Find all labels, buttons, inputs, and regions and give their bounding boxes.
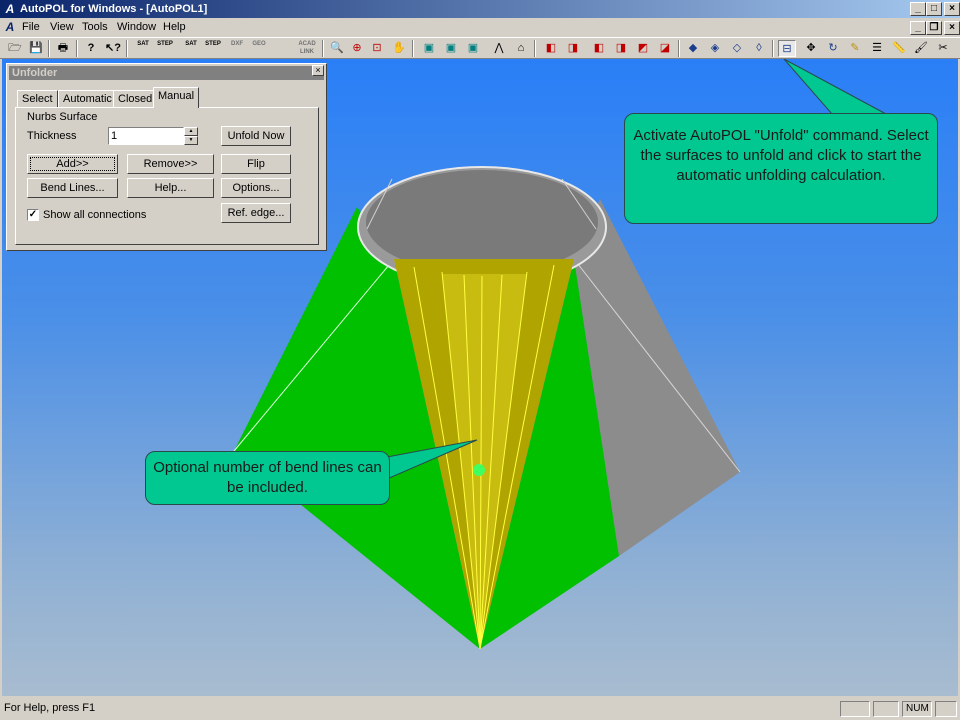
view-right-icon[interactable]: ◨ — [612, 40, 630, 57]
context-help-icon[interactable]: ↖? — [104, 40, 122, 57]
spin-up-icon[interactable]: ▲ — [184, 127, 198, 136]
move-icon[interactable]: ✥ — [802, 40, 820, 57]
minimize-button[interactable]: _ — [910, 2, 926, 16]
add-button[interactable]: Add>> — [27, 154, 118, 174]
view-front-icon[interactable]: ◧ — [542, 40, 560, 57]
remove-button[interactable]: Remove>> — [127, 154, 214, 174]
toolbar-separator — [126, 40, 128, 57]
view-bottom-icon[interactable]: ◪ — [656, 40, 674, 57]
export-step-icon[interactable]: STEP — [204, 40, 222, 57]
tab-select[interactable]: Select — [17, 90, 58, 107]
render-wire-icon[interactable]: ◇ — [728, 40, 746, 57]
group-label: Nurbs Surface — [27, 111, 98, 123]
toolbar-separator — [48, 40, 50, 57]
save-icon[interactable]: 💾 — [27, 40, 45, 57]
view-iso3-icon[interactable]: ▣ — [464, 40, 482, 57]
tab-manual[interactable]: Manual — [153, 87, 200, 108]
ruler-icon[interactable]: 📏 — [890, 40, 908, 57]
tab-closed[interactable]: Closed — [113, 90, 158, 107]
import-sat-icon[interactable]: SAT — [134, 40, 152, 57]
app-icon[interactable]: A — [3, 2, 17, 16]
view-back-icon[interactable]: ◨ — [564, 40, 582, 57]
status-pane — [840, 701, 870, 717]
menu-file[interactable]: File — [22, 20, 40, 35]
acad-link-icon[interactable]: ACAD LINK — [296, 40, 318, 57]
dialog-caption: Unfolder — [9, 66, 324, 80]
brush-icon[interactable]: 🖌 — [912, 40, 930, 57]
unfold-icon[interactable]: ⊟ — [778, 40, 796, 57]
toolbar-separator — [772, 40, 774, 57]
status-help-text: For Help, press F1 — [4, 702, 96, 714]
doc-minimize-button[interactable]: _ — [910, 21, 926, 35]
maximize-button[interactable]: □ — [926, 2, 942, 16]
callout-unfold: Activate AutoPOL "Unfold" command. Selec… — [624, 113, 938, 224]
toolbar-separator — [534, 40, 536, 57]
main-toolbar: 🗁 💾 🖶 ? ↖? SAT STEP SAT STEP DXF GEO ACA… — [0, 37, 960, 59]
zoom-icon[interactable]: 🔍 — [328, 40, 346, 57]
close-button[interactable]: × — [944, 2, 960, 16]
doc-restore-button[interactable]: ❐ — [926, 21, 942, 35]
options-button[interactable]: Options... — [221, 178, 291, 198]
status-pane — [935, 701, 957, 717]
toolbar-separator — [678, 40, 680, 57]
bend-lines-button[interactable]: Bend Lines... — [27, 178, 118, 198]
unfold-now-button[interactable]: Unfold Now — [221, 126, 291, 146]
toolbar-separator — [76, 40, 78, 57]
rotate-icon[interactable]: ↻ — [824, 40, 842, 57]
callout-tail-unfold — [783, 59, 887, 115]
menu-help[interactable]: Help — [163, 20, 186, 35]
zoom-window-icon[interactable]: ⊡ — [368, 40, 386, 57]
print-icon[interactable]: 🖶 — [54, 40, 72, 57]
view-left-icon[interactable]: ◧ — [590, 40, 608, 57]
menu-bar: A File View Tools Window Help _ ❐ × — [0, 18, 960, 37]
view-top-icon[interactable]: ◩ — [634, 40, 652, 57]
open-folder-icon[interactable]: 🗁 — [6, 40, 24, 57]
menu-window[interactable]: Window — [117, 20, 156, 35]
dialog-title: Unfolder — [12, 67, 58, 79]
view-iso2-icon[interactable]: ▣ — [442, 40, 460, 57]
help-icon[interactable]: ? — [82, 40, 100, 57]
cut-icon[interactable]: ✂ — [934, 40, 952, 57]
export-dxf-icon[interactable]: DXF — [228, 40, 246, 57]
status-bar: For Help, press F1 NUM — [0, 698, 960, 720]
ref-edge-button[interactable]: Ref. edge... — [221, 203, 291, 223]
tab-automatic[interactable]: Automatic — [58, 90, 117, 107]
export-geo-icon[interactable]: GEO — [250, 40, 268, 57]
selection-marker[interactable] — [473, 464, 485, 476]
menu-tools[interactable]: Tools — [82, 20, 108, 35]
toolbar-separator — [412, 40, 414, 57]
view-iso1-icon[interactable]: ▣ — [420, 40, 438, 57]
export-sat-icon[interactable]: SAT — [182, 40, 200, 57]
dialog-close-button[interactable]: × — [312, 65, 324, 76]
render-shaded-icon[interactable]: ◆ — [684, 40, 702, 57]
menu-view[interactable]: View — [50, 20, 74, 35]
thickness-input[interactable]: 1 — [108, 127, 184, 145]
unfolder-dialog: Unfolder × Select Automatic Closed Manua… — [6, 63, 327, 251]
window-title: AutoPOL for Windows - [AutoPOL1] — [20, 3, 208, 15]
spin-down-icon[interactable]: ▼ — [184, 136, 198, 145]
view-wire-icon[interactable]: ⌂ — [512, 40, 530, 57]
thickness-spinner[interactable]: ▲ ▼ — [184, 127, 198, 145]
document-icon[interactable]: A — [3, 20, 17, 34]
thickness-label: Thickness — [27, 130, 77, 142]
measure-pen-icon[interactable]: ✎ — [846, 40, 864, 57]
render-hidden-icon[interactable]: ◈ — [706, 40, 724, 57]
import-step-icon[interactable]: STEP — [156, 40, 174, 57]
view-perspective-icon[interactable]: ⋀ — [490, 40, 508, 57]
show-all-label: Show all connections — [43, 209, 147, 221]
pan-hand-icon[interactable]: ✋ — [390, 40, 408, 57]
doc-close-button[interactable]: × — [944, 21, 960, 35]
help-button[interactable]: Help... — [127, 178, 214, 198]
callout-bend-lines: Optional number of bend lines can be inc… — [145, 451, 390, 505]
zoom-in-icon[interactable]: ⊕ — [348, 40, 366, 57]
toolbar-separator — [322, 40, 324, 57]
show-all-checkbox[interactable]: ✓ — [27, 209, 39, 221]
inner-opening — [366, 170, 598, 274]
status-num: NUM — [902, 701, 932, 717]
render-edges-icon[interactable]: ◊ — [750, 40, 768, 57]
title-bar: A AutoPOL for Windows - [AutoPOL1] _ □ × — [0, 0, 960, 18]
list-icon[interactable]: ☰ — [868, 40, 886, 57]
flip-button[interactable]: Flip — [221, 154, 291, 174]
status-pane — [873, 701, 899, 717]
